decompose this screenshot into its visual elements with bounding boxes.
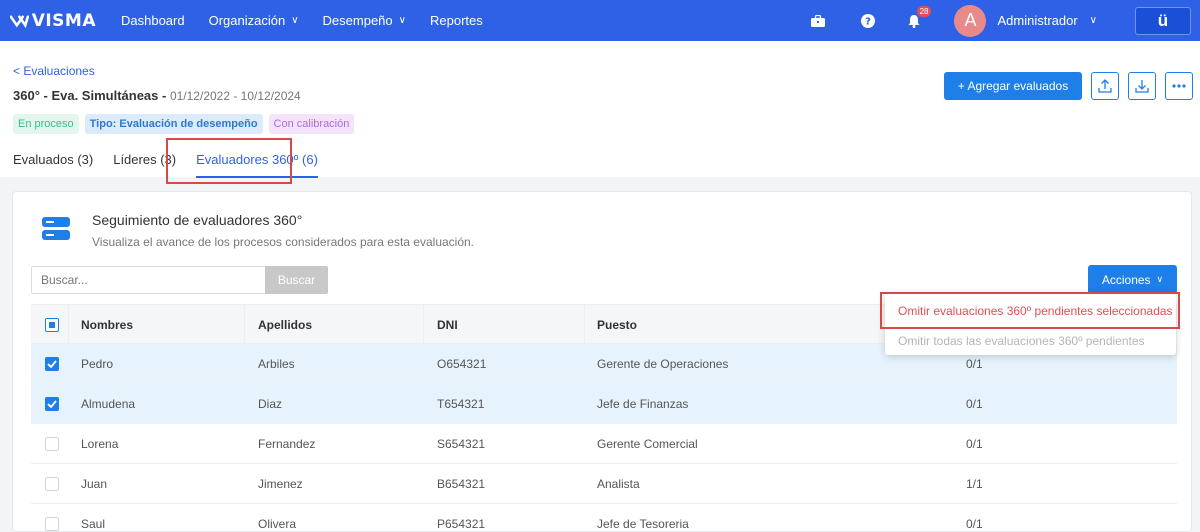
cell-nombre: Saul <box>81 517 106 531</box>
row-checkbox[interactable] <box>45 397 59 411</box>
chevron-down-icon: ∨ <box>291 15 299 26</box>
calibration-badge: Con calibración <box>268 114 355 134</box>
row-checkbox[interactable] <box>45 517 59 531</box>
cell-nombre: Juan <box>81 477 108 491</box>
cell-apellido: Olivera <box>258 517 297 531</box>
card-title: Seguimiento de evaluadores 360° <box>92 212 303 228</box>
cell-dni: T654321 <box>437 397 485 411</box>
search-button[interactable]: Buscar <box>265 266 328 294</box>
more-dots-icon <box>1172 84 1186 88</box>
page-title-text: 360° - Eva. Simultáneas - <box>13 88 167 103</box>
cell-dni: B654321 <box>437 477 486 491</box>
server-icon <box>42 217 70 244</box>
cell-puesto: Jefe de Finanzas <box>597 397 689 411</box>
page-header: < Evaluaciones 360° - Eva. Simultáneas -… <box>0 41 1200 184</box>
table-row[interactable]: Lorena Fernandez S654321 Gerente Comerci… <box>31 424 1177 464</box>
menu-item-omit-all[interactable]: Omitir todas las evaluaciones 360º pendi… <box>885 329 1176 353</box>
more-options-button[interactable] <box>1165 72 1193 100</box>
cell-dni: P654321 <box>437 517 486 531</box>
download-button[interactable] <box>1128 72 1156 100</box>
header-apellidos[interactable]: Apellidos <box>258 305 312 345</box>
cell-progreso: 0/1 <box>966 437 983 451</box>
actions-button[interactable]: Acciones ∨ <box>1088 265 1177 294</box>
chevron-down-icon: ∨ <box>1156 274 1164 284</box>
cell-progreso: 1/1 <box>966 477 983 491</box>
nav-reportes-label: Reportes <box>429 13 483 28</box>
tab-evaluados[interactable]: Evaluados (3) <box>13 152 93 178</box>
tracking-card: Seguimiento de evaluadores 360° Visualiz… <box>12 191 1192 532</box>
top-nav-bar: VISMA Dashboard Organización ∨ Desempeño ∨… <box>0 0 1200 41</box>
nav-dashboard-label: Dashboard <box>121 13 185 28</box>
brand-name: VISMA <box>31 10 96 31</box>
status-badge: En proceso <box>13 114 79 134</box>
cell-puesto: Gerente Comercial <box>597 437 698 451</box>
cell-puesto: Gerente de Operaciones <box>597 357 729 371</box>
user-name: Administrador <box>997 13 1078 28</box>
app-switcher-label: ü <box>1157 10 1169 30</box>
row-checkbox[interactable] <box>45 437 59 451</box>
help-icon[interactable]: ? <box>858 11 878 31</box>
page-title: 360° - Eva. Simultáneas - 01/12/2022 - 1… <box>13 88 301 103</box>
nav-desempeno-label: Desempeño <box>322 13 393 28</box>
cell-puesto: Analista <box>597 477 640 491</box>
cell-progreso: 0/1 <box>966 517 983 531</box>
select-all-checkbox[interactable] <box>45 318 59 332</box>
cell-nombre: Lorena <box>81 437 119 451</box>
card-subtitle: Visualiza el avance de los procesos cons… <box>92 235 475 249</box>
tab-highlight-box <box>166 138 292 184</box>
upload-button[interactable] <box>1091 72 1119 100</box>
visma-logo-icon <box>10 14 29 28</box>
nav-organizacion[interactable]: Organización ∨ <box>209 13 299 28</box>
actions-button-label: Acciones <box>1101 272 1151 287</box>
briefcase-icon[interactable] <box>808 11 828 31</box>
cell-puesto: Jefe de Tesoreria <box>597 517 689 531</box>
actions-dropdown-menu: Omitir evaluaciones 360º pendientes sele… <box>880 292 1180 355</box>
upload-icon <box>1098 79 1112 93</box>
back-link[interactable]: < Evaluaciones <box>13 64 95 78</box>
cell-nombre: Almudena <box>81 397 136 411</box>
cell-dni: S654321 <box>437 437 486 451</box>
check-icon <box>47 360 57 368</box>
nav-reportes[interactable]: Reportes <box>430 13 483 28</box>
notification-badge: 28 <box>916 5 932 17</box>
header-dni[interactable]: DNI <box>437 305 458 345</box>
chevron-down-icon: ∨ <box>398 15 406 26</box>
avatar[interactable]: A <box>954 4 987 37</box>
table-row[interactable]: Almudena Diaz T654321 Jefe de Finanzas 0… <box>31 384 1177 424</box>
search-input[interactable] <box>31 266 267 294</box>
menu-highlight-box <box>880 292 1180 329</box>
avatar-initial: A <box>964 10 977 30</box>
user-menu[interactable]: Administrador ∨ <box>997 13 1097 28</box>
nav-dashboard[interactable]: Dashboard <box>121 13 185 28</box>
cell-apellido: Diaz <box>258 397 283 411</box>
nav-organizacion-label: Organización <box>208 13 286 28</box>
nav-right-group: ? 28 A Administrador ∨ ü <box>808 0 1200 41</box>
page-dates: 01/12/2022 - 10/12/2024 <box>169 89 301 103</box>
row-checkbox[interactable] <box>45 357 59 371</box>
header-nombres[interactable]: Nombres <box>81 305 133 345</box>
add-evaluados-button[interactable]: + Agregar evaluados <box>944 72 1082 100</box>
app-switcher-button[interactable]: ü <box>1135 6 1191 35</box>
type-badge: Tipo: Evaluación de desempeño <box>84 114 263 134</box>
brand-logo[interactable]: VISMA <box>10 11 96 31</box>
bell-icon[interactable]: 28 <box>904 5 932 31</box>
cell-progreso: 0/1 <box>966 397 983 411</box>
cell-nombre: Pedro <box>81 357 114 371</box>
chevron-down-icon: ∨ <box>1089 15 1097 26</box>
table-row[interactable]: Juan Jimenez B654321 Analista 1/1 <box>31 464 1177 504</box>
header-puesto[interactable]: Puesto <box>597 305 637 345</box>
row-checkbox[interactable] <box>45 477 59 491</box>
nav-desempeno[interactable]: Desempeño ∨ <box>323 13 406 28</box>
cell-dni: O654321 <box>437 357 487 371</box>
svg-text:?: ? <box>866 16 872 27</box>
status-tags: En proceso Tipo: Evaluación de desempeño… <box>13 114 355 134</box>
table-row[interactable]: Saul Olivera P654321 Jefe de Tesoreria 0… <box>31 504 1177 532</box>
download-icon <box>1135 80 1149 93</box>
check-icon <box>47 400 57 408</box>
cell-apellido: Jimenez <box>258 477 303 491</box>
cell-apellido: Fernandez <box>258 437 316 451</box>
cell-apellido: Arbiles <box>258 357 295 371</box>
select-all-cell <box>45 305 59 345</box>
